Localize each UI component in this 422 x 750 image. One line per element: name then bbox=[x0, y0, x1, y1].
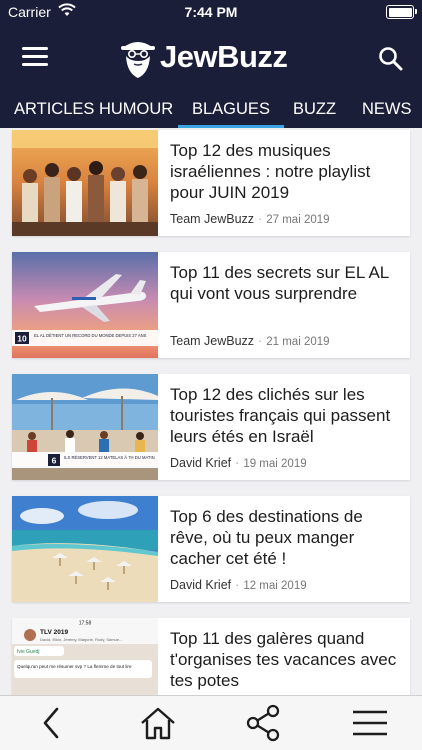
article-title[interactable]: Top 11 des galères quand t'organises tes… bbox=[170, 628, 402, 691]
article-title[interactable]: Top 12 des musiques israéliennes : notre… bbox=[170, 140, 402, 203]
article-meta: Team JewBuzz · 27 mai 2019 bbox=[170, 212, 330, 226]
tab-blagues[interactable]: BLAGUES bbox=[178, 90, 284, 128]
article-thumbnail bbox=[12, 130, 158, 236]
thumbnail-badge-number: 10 bbox=[17, 334, 27, 344]
article-author: David Krief bbox=[170, 456, 232, 470]
article-card[interactable]: 6 ILS RÉSERVENT 12 MATELAS À 7H DU MATIN… bbox=[12, 374, 410, 480]
article-date: 12 mai 2019 bbox=[243, 580, 307, 592]
status-bar: Carrier 7:44 PM bbox=[0, 0, 422, 24]
search-icon bbox=[379, 47, 403, 71]
clock: 7:44 PM bbox=[184, 4, 238, 20]
thumbnail-message: Quelqu'un peut me résumer svp ? La flemm… bbox=[17, 664, 132, 669]
article-card[interactable]: Top 12 des musiques israéliennes : notre… bbox=[12, 130, 410, 236]
back-arrow-icon bbox=[43, 707, 59, 739]
article-author: Team JewBuzz bbox=[170, 334, 255, 348]
home-icon bbox=[141, 707, 175, 740]
article-thumbnail: 10 EL AL DÉTIENT UN RECORD DU MONDE DEPU… bbox=[12, 252, 158, 358]
thumbnail-badge-number: 6 bbox=[52, 456, 57, 466]
article-meta: Team JewBuzz · 21 mai 2019 bbox=[170, 334, 330, 348]
thumbnail-badge-text: EL AL DÉTIENT UN RECORD DU MONDE DEPUIS … bbox=[34, 333, 147, 338]
article-thumbnail bbox=[12, 496, 158, 602]
home-button[interactable] bbox=[138, 704, 178, 742]
hamburger-menu-button[interactable] bbox=[18, 44, 54, 70]
article-meta: David Krief · 19 mai 2019 bbox=[170, 456, 307, 470]
article-thumbnail: 17:58 TLV 2019 David, Elkin, Jérémy, Mar… bbox=[12, 618, 158, 695]
article-date: 19 mai 2019 bbox=[243, 458, 307, 470]
thumbnail-badge-text: ILS RÉSERVENT 12 MATELAS À 7H DU MATIN bbox=[64, 455, 155, 460]
article-date: 21 mai 2019 bbox=[266, 336, 330, 348]
article-title[interactable]: Top 11 des secrets sur EL AL qui vont vo… bbox=[170, 262, 402, 304]
article-card[interactable]: 17:58 TLV 2019 David, Elkin, Jérémy, Mar… bbox=[12, 618, 410, 695]
navigation-bar: JewBuzz bbox=[0, 24, 422, 90]
app-logo: JewBuzz bbox=[118, 34, 308, 80]
category-tabs: ARTICLES HUMOUR BLAGUES BUZZ NEWS bbox=[0, 90, 422, 128]
thumbnail-clock: 17:58 bbox=[79, 621, 92, 627]
article-title[interactable]: Top 6 des destinations de rêve, où tu pe… bbox=[170, 506, 402, 569]
logo-wordmark: JewBuzz bbox=[160, 39, 288, 74]
article-feed[interactable]: Top 12 des musiques israéliennes : notre… bbox=[0, 128, 422, 695]
thumbnail-group-name: TLV 2019 bbox=[40, 629, 68, 636]
bottom-toolbar bbox=[0, 695, 422, 750]
tab-news[interactable]: NEWS bbox=[362, 90, 412, 128]
search-button[interactable] bbox=[376, 44, 406, 74]
article-title[interactable]: Top 12 des clichés sur les touristes fra… bbox=[170, 384, 402, 447]
rabbi-logo-icon bbox=[121, 42, 155, 78]
article-date: 27 mai 2019 bbox=[266, 214, 330, 226]
menu-lines-icon bbox=[353, 710, 387, 736]
article-card[interactable]: 10 EL AL DÉTIENT UN RECORD DU MONDE DEPU… bbox=[12, 252, 410, 358]
thumbnail-sender: Ivie Guedj bbox=[17, 649, 40, 655]
share-button[interactable] bbox=[244, 704, 284, 742]
share-icon bbox=[246, 704, 280, 742]
article-author: Team JewBuzz bbox=[170, 212, 255, 226]
back-button[interactable] bbox=[32, 704, 72, 742]
article-meta: David Krief · 12 mai 2019 bbox=[170, 578, 307, 592]
more-menu-button[interactable] bbox=[350, 704, 390, 742]
article-author: David Krief bbox=[170, 578, 232, 592]
article-thumbnail: 6 ILS RÉSERVENT 12 MATELAS À 7H DU MATIN bbox=[12, 374, 158, 480]
article-card[interactable]: Top 6 des destinations de rêve, où tu pe… bbox=[12, 496, 410, 602]
battery-icon bbox=[386, 5, 417, 19]
tab-articles-humour[interactable]: ARTICLES HUMOUR bbox=[14, 90, 173, 128]
thumbnail-group-members: David, Elkin, Jérémy, Marjorie, Rudy, Sa… bbox=[40, 637, 122, 642]
tab-buzz[interactable]: BUZZ bbox=[293, 90, 336, 128]
